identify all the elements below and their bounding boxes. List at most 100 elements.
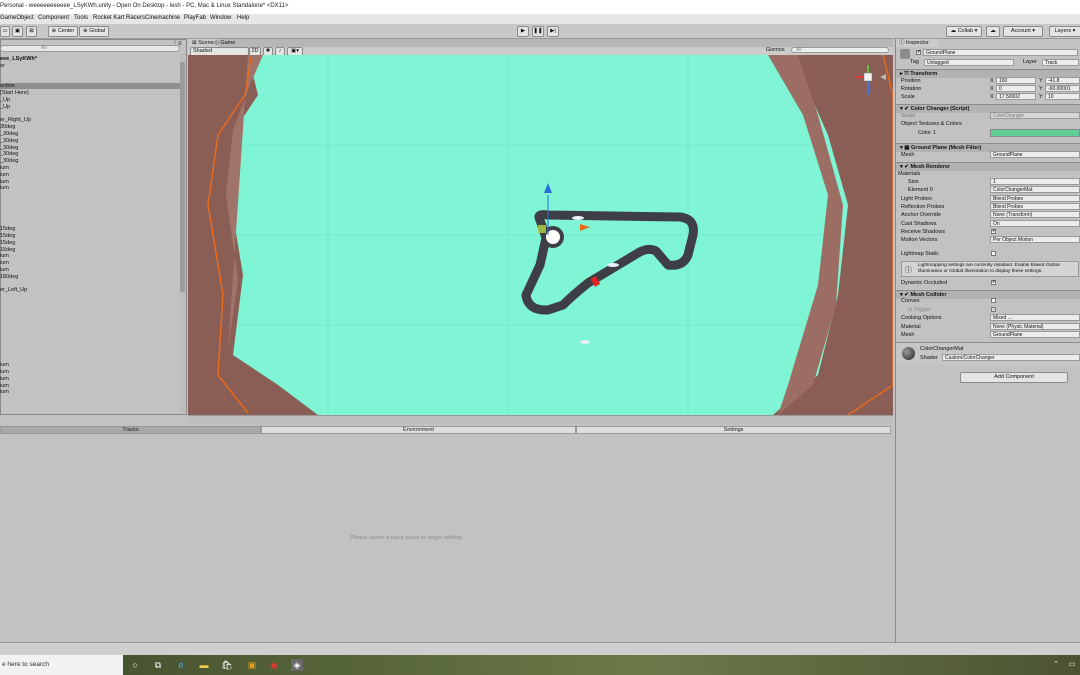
add-component-button[interactable]: Add Component xyxy=(960,372,1068,383)
hierarchy-item[interactable]: 15deg xyxy=(0,240,15,246)
hierarchy-item[interactable]: _30deg xyxy=(0,151,18,157)
shader-dropdown[interactable]: Custom/ColorChanger xyxy=(942,354,1080,361)
hierarchy-item[interactable]: _30deg xyxy=(0,138,18,144)
pause-button[interactable]: ❚❚ xyxy=(532,26,544,37)
collider-mesh-field[interactable]: GroundPlane xyxy=(990,331,1080,338)
hierarchy-scrollbar-thumb[interactable] xyxy=(180,62,185,292)
tray-chevron-icon[interactable]: ⌃ xyxy=(1050,659,1062,671)
hierarchy-item[interactable]: 15deg xyxy=(0,233,15,239)
kart-marker[interactable] xyxy=(607,263,619,267)
hierarchy-item[interactable]: ection xyxy=(0,83,180,90)
hierarchy-item[interactable]: er_Right_Up xyxy=(0,117,31,123)
motion-vectors-dropdown[interactable]: Per Object Motion xyxy=(990,236,1080,243)
rect-tool-button[interactable]: ▭ xyxy=(0,26,10,37)
hierarchy-item[interactable]: ium xyxy=(0,389,9,395)
task-view-icon[interactable]: ⧉ xyxy=(152,659,164,671)
gizmo-plane-handle[interactable] xyxy=(538,225,546,233)
layers-dropdown[interactable]: Layers ▾ xyxy=(1049,26,1080,37)
materials-size-field[interactable]: 1 xyxy=(990,178,1080,185)
materials-label[interactable]: Materials xyxy=(898,171,920,177)
mesh-filter-mesh-field[interactable]: GroundPlane xyxy=(990,151,1080,158)
layer-dropdown[interactable]: Track xyxy=(1042,59,1079,66)
hierarchy-item[interactable]: er xyxy=(0,63,5,69)
dynamic-occluded-checkbox[interactable] xyxy=(991,279,996,285)
rotation-x-field[interactable]: 0 xyxy=(996,85,1036,92)
cast-shadows-dropdown[interactable]: On xyxy=(990,220,1080,227)
hierarchy-item[interactable]: ium xyxy=(0,165,9,171)
convex-checkbox[interactable] xyxy=(991,298,996,303)
hierarchy-item[interactable]: ium xyxy=(0,369,9,375)
custom-tool-button[interactable]: ⊠ xyxy=(26,26,37,37)
taskbar-search-box[interactable]: e here to search xyxy=(0,655,123,675)
gameobject-active-checkbox[interactable] xyxy=(916,49,921,55)
gizmo-x-arrow-icon[interactable] xyxy=(580,224,590,231)
menu-cinemachine[interactable]: Cinemachine xyxy=(145,15,180,21)
cloud-icon[interactable]: ☁ xyxy=(986,26,1000,37)
hierarchy-item[interactable]: ium xyxy=(0,362,9,368)
hierarchy-item[interactable]: _30deg xyxy=(0,145,18,151)
tab-tracks[interactable]: Tracks xyxy=(0,426,261,434)
hierarchy-item[interactable]: ium xyxy=(0,376,9,382)
menu-gameobject[interactable]: GameObject xyxy=(0,15,34,21)
hierarchy-scene-name[interactable]: eee_LSyKWh* xyxy=(0,56,37,62)
element-0-field[interactable]: ColorChangerMat xyxy=(990,186,1080,193)
scale-x-field[interactable]: 17.50002 xyxy=(996,93,1036,100)
hierarchy-item[interactable]: 180deg xyxy=(0,274,18,280)
hierarchy-item[interactable]: _30deg xyxy=(0,158,18,164)
menu-window[interactable]: Window xyxy=(210,15,231,21)
account-dropdown[interactable]: Account ▾ xyxy=(1003,26,1043,37)
gameobject-name-field[interactable]: GroundPlane xyxy=(923,49,1078,56)
tab-inspector[interactable]: ⓘ Inspector xyxy=(896,39,939,47)
kart-marker[interactable] xyxy=(572,216,584,220)
track-start-marker[interactable] xyxy=(542,226,564,248)
mesh-renderer-header[interactable]: ▾ ✔ Mesh Renderer xyxy=(896,162,1080,171)
menu-playfab[interactable]: PlayFab xyxy=(184,15,206,21)
hierarchy-item[interactable]: ium xyxy=(0,179,9,185)
pivot-center-button[interactable]: ⊕ Center xyxy=(48,26,78,37)
hierarchy-item[interactable]: ium xyxy=(0,185,9,191)
menu-tools[interactable]: Tools xyxy=(74,15,88,21)
hierarchy-item[interactable]: _Up xyxy=(0,104,10,110)
position-x-field[interactable]: 160 xyxy=(996,77,1036,84)
lightmap-static-checkbox[interactable] xyxy=(991,251,996,256)
hierarchy-item[interactable]: ium xyxy=(0,260,9,266)
store-icon[interactable]: 🛍 xyxy=(221,659,233,671)
tray-network-icon[interactable]: ▭ xyxy=(1066,659,1078,671)
receive-shadows-checkbox[interactable] xyxy=(991,228,996,234)
chrome-icon[interactable]: ◉ xyxy=(268,659,280,671)
cooking-options-dropdown[interactable]: Mixed ... xyxy=(990,314,1080,321)
hierarchy-search-input[interactable]: All xyxy=(0,45,180,52)
play-button[interactable]: ▶ xyxy=(517,26,529,37)
hierarchy-item[interactable]: ium xyxy=(0,172,9,178)
mesh-collider-header[interactable]: ▾ ✔ Mesh Collider xyxy=(896,290,1080,299)
file-explorer-icon[interactable]: ▬ xyxy=(198,659,210,671)
scale-y-field[interactable]: 10 xyxy=(1045,93,1080,100)
unity-icon[interactable]: ◈ xyxy=(291,659,303,671)
gizmo-y-arrow-icon[interactable] xyxy=(544,183,552,193)
tab-environment[interactable]: Environment xyxy=(261,426,576,434)
rotation-y-field[interactable]: -90.00001 xyxy=(1045,85,1080,92)
edge-browser-icon[interactable]: e xyxy=(175,659,187,671)
kart-marker[interactable] xyxy=(580,340,590,344)
hierarchy-item[interactable]: (Start Here) xyxy=(0,90,29,96)
pivot-global-button[interactable]: ⊕ Global xyxy=(79,26,109,37)
hierarchy-item[interactable]: er_Left_Up xyxy=(0,287,27,293)
hierarchy-item[interactable]: _Up xyxy=(0,97,10,103)
scene-search-input[interactable]: All xyxy=(791,47,889,53)
tab-game[interactable]: ◎ Game xyxy=(210,39,239,47)
hierarchy-item[interactable]: ium xyxy=(0,267,9,273)
menu-help[interactable]: Help xyxy=(237,15,249,21)
scene-view[interactable] xyxy=(188,55,893,415)
hierarchy-item[interactable]: _30deg xyxy=(0,131,18,137)
collab-button[interactable]: ☁ Collab ▾ xyxy=(946,26,982,37)
hierarchy-item[interactable]: ium xyxy=(0,383,9,389)
hierarchy-item[interactable]: 30deg xyxy=(0,124,15,130)
menu-component[interactable]: Component xyxy=(38,15,69,21)
collider-material-field[interactable]: None (Physic Material) xyxy=(990,323,1080,330)
tab-settings[interactable]: Settings xyxy=(576,426,891,434)
transform-tool-button[interactable]: ▣ xyxy=(12,26,23,37)
hierarchy-item[interactable]: ium xyxy=(0,253,9,259)
tag-dropdown[interactable]: Untagged xyxy=(924,59,1014,66)
step-button[interactable]: ▶| xyxy=(547,26,559,37)
reflection-probes-dropdown[interactable]: Blend Probes xyxy=(990,203,1080,210)
